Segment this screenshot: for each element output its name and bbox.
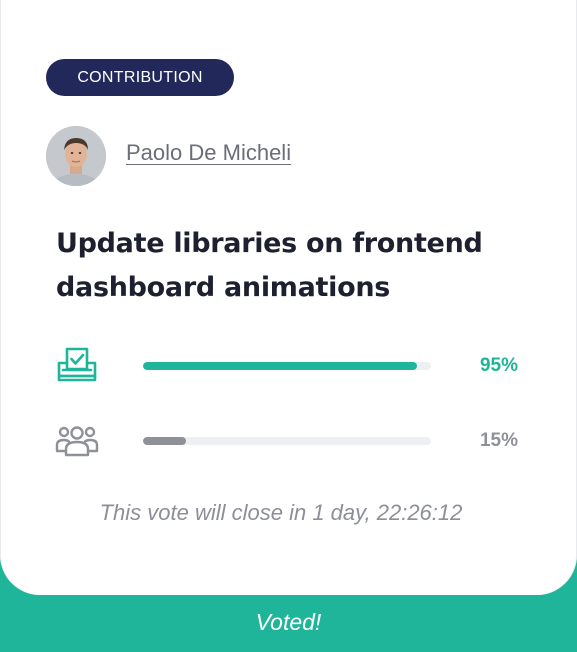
author-name-link[interactable]: Paolo De Micheli <box>126 140 291 166</box>
participation-percentage: 15% <box>479 430 518 451</box>
approve-percentage: 95% <box>479 355 518 376</box>
vote-row-approve: 95% <box>55 346 525 386</box>
category-badge: CONTRIBUTION <box>46 59 234 96</box>
ballot-box-icon <box>55 346 99 386</box>
avatar-photo <box>46 126 106 186</box>
participation-progress-bar <box>143 437 431 445</box>
vote-row-participation: 15% <box>55 421 525 461</box>
approve-progress-bar <box>143 362 431 370</box>
participation-progress-fill <box>143 437 187 445</box>
vote-card: CONTRIBUTION Paolo De Micheli Update lib… <box>0 0 577 595</box>
voted-status-button[interactable]: Voted! <box>0 595 577 652</box>
vote-card-frame: CONTRIBUTION Paolo De Micheli Update lib… <box>0 0 577 652</box>
approve-progress-fill <box>143 362 417 370</box>
people-group-icon <box>55 421 99 461</box>
avatar <box>46 126 106 186</box>
vote-closing-notice: This vote will close in 1 day, 22:26:12 <box>99 500 463 525</box>
author-row: Paolo De Micheli <box>46 126 291 186</box>
contribution-title: Update libraries on frontend dashboard a… <box>56 228 483 303</box>
